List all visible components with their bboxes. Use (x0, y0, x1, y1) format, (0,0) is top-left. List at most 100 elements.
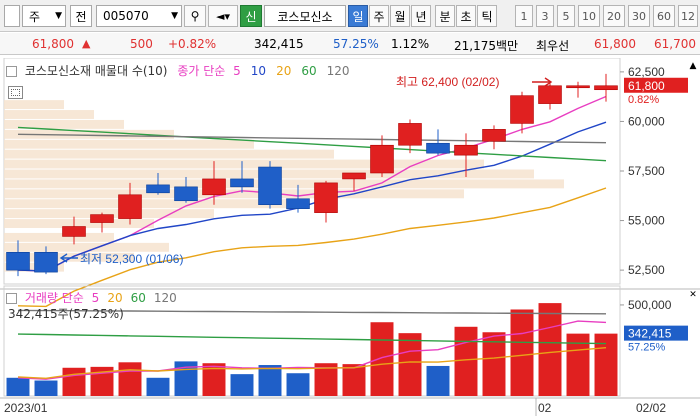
mode-select[interactable]: 전 (70, 5, 92, 27)
interval-button-3[interactable]: 10 (578, 5, 600, 27)
interval-button-5[interactable]: 30 (628, 5, 650, 27)
best-bid: 61,700 (654, 37, 696, 51)
price-tick-label: 62,500 (628, 65, 665, 79)
volume-panel-title: 거래량 단순 (24, 291, 84, 305)
price-legend: 코스모신소재 매물대 수(10) 종가 단순 5 10 20 60 120 (6, 62, 350, 79)
change-value: 500 (130, 37, 153, 51)
candle-body (538, 85, 562, 104)
candle-body (566, 85, 590, 89)
volume-profile-bar (4, 242, 169, 252)
amount-value: 21,175백만 (454, 39, 519, 53)
volume-bar (426, 365, 450, 396)
stock-name-field[interactable]: 코스모신소 (264, 5, 346, 27)
chart-menu-icon[interactable] (6, 293, 17, 304)
turnover-value: 1.12% (391, 37, 430, 51)
search-button[interactable]: ⚲ (184, 5, 206, 27)
chevron-down-icon: ▼ (55, 11, 62, 21)
ma-period-120: 120 (326, 64, 350, 78)
candle-body (314, 182, 338, 213)
candle-body (146, 184, 170, 194)
current-price-label: 61,800 (628, 79, 665, 93)
ratio-value: 57.25% (333, 37, 379, 51)
volume-bar (258, 365, 282, 396)
interval-button-2[interactable]: 5 (557, 5, 575, 27)
chart-menu-icon[interactable] (6, 66, 17, 77)
close-volume-panel-button[interactable]: ✕ (688, 290, 698, 300)
price-tick-label: 60,000 (628, 114, 665, 128)
x-axis-label-feb: 02 (538, 401, 552, 415)
collapse-price-panel-button[interactable]: ▲ (688, 61, 698, 71)
interval-button-4[interactable]: 20 (603, 5, 625, 27)
candle-body (482, 129, 506, 142)
volume-profile-bar (4, 139, 254, 149)
volume-bar (454, 326, 478, 396)
candle-body (174, 186, 198, 202)
up-arrow-icon: ▲ (82, 37, 91, 50)
code-input-value: 005070 (103, 9, 149, 23)
chevron-down-icon: ▼ (171, 11, 178, 21)
candle-body (454, 144, 478, 156)
volume-profile-bar (4, 179, 564, 189)
period-button-0[interactable]: 일 (348, 5, 368, 27)
candle-body (62, 226, 86, 237)
volume-bar (538, 303, 562, 396)
volume-profile-bar (4, 110, 94, 119)
volume-bar (34, 380, 58, 396)
price-tick-label: 52,500 (628, 263, 665, 277)
vol-ma-period-120: 120 (153, 291, 177, 305)
window-icon[interactable] (4, 5, 20, 27)
toolbar: 주 ▼ 전 005070 ▼ ⚲ ◄▾ 신 코스모신소 일 주 월 년 분 초 틱 1 3 5 10… (0, 0, 700, 32)
volume-current-label: 342,415주(57.25%) (8, 307, 124, 321)
stock-chart[interactable]: 62,500 60,000 57,500 55,000 52,500 500,000 34… (0, 58, 700, 416)
price-value: 61,800 (32, 37, 74, 51)
volume-profile-bar (4, 149, 334, 159)
volume-profile-bar (4, 232, 114, 242)
volume-bar (398, 333, 422, 396)
low-label: 최저 52,300 (01/06) (80, 252, 183, 266)
speaker-button[interactable]: ◄▾ (208, 5, 238, 27)
ma-period-60: 60 (301, 64, 317, 78)
x-axis-label-start: 2023/01 (4, 401, 48, 415)
volume-bar (370, 322, 394, 396)
volume-legend: 거래량 단순 5 20 60 120 (6, 289, 177, 306)
period-button-4[interactable]: 분 (435, 5, 455, 27)
code-input[interactable]: 005070 ▼ (96, 5, 182, 27)
period-button-1[interactable]: 주 (369, 5, 389, 27)
ma-period-5: 5 (233, 64, 241, 78)
period-button-6[interactable]: 틱 (477, 5, 497, 27)
candle-body (594, 85, 618, 91)
volume-value: 342,415 (254, 37, 304, 51)
volume-profile-bar (4, 159, 484, 169)
candle-body (286, 198, 310, 209)
volume-bar (62, 367, 86, 396)
speaker-icon: ◄▾ (216, 9, 230, 23)
candle-body (370, 144, 394, 174)
candle-body (6, 251, 30, 271)
grid-toggle-icon[interactable] (8, 86, 23, 99)
type-select[interactable]: 주 ▼ (22, 5, 66, 27)
interval-button-7[interactable]: 12 (678, 5, 698, 27)
new-button[interactable]: 신 (240, 5, 262, 27)
candle-body (34, 251, 58, 273)
x-axis-right-date: 02/02 (636, 401, 666, 415)
interval-button-0[interactable]: 1 (515, 5, 533, 27)
candle-body (90, 214, 114, 223)
vol-ma-period-20: 20 (107, 291, 123, 305)
candle-body (118, 194, 142, 219)
candle-body (426, 142, 450, 154)
volume-bar (146, 377, 170, 396)
info-bar: 61,800 ▲ 500 +0.82% 342,415 57.25% 1.12%… (0, 33, 700, 55)
volume-profile-bar (4, 100, 64, 110)
candle-body (258, 166, 282, 206)
period-button-2[interactable]: 월 (390, 5, 410, 27)
price-tick-label: 55,000 (628, 214, 665, 228)
current-volume-label: 342,415 (628, 327, 672, 341)
candle-body (398, 123, 422, 146)
interval-button-6[interactable]: 60 (653, 5, 675, 27)
vol-ma-period-60: 60 (130, 291, 146, 305)
interval-button-1[interactable]: 3 (536, 5, 554, 27)
price-panel-title: 코스모신소재 매물대 수(10) (24, 64, 168, 78)
volume-bar (286, 373, 310, 396)
period-button-3[interactable]: 년 (411, 5, 431, 27)
period-button-5[interactable]: 초 (456, 5, 476, 27)
